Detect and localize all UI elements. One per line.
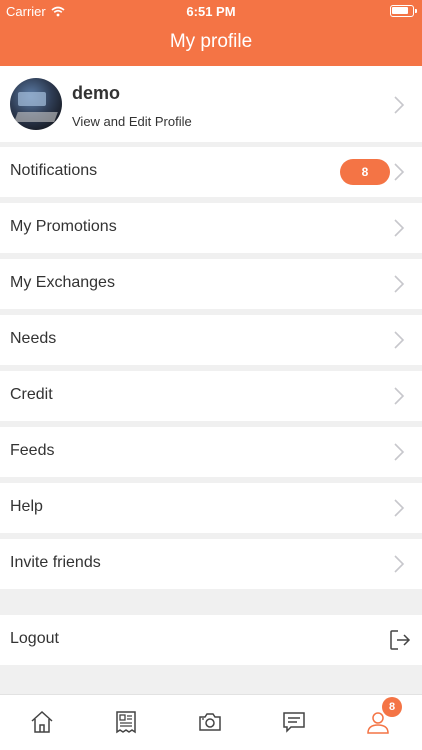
chevron-right-icon <box>394 96 405 114</box>
chevron-right-icon <box>394 387 405 405</box>
tab-home[interactable] <box>0 695 84 750</box>
menu-item-credit[interactable]: Credit <box>0 371 422 421</box>
logout-label: Logout <box>10 630 59 647</box>
chevron-right-icon <box>394 219 405 237</box>
menu-item-promotions[interactable]: My Promotions <box>0 203 422 253</box>
tab-messages[interactable] <box>252 695 336 750</box>
battery-icon <box>390 5 417 17</box>
tab-profile[interactable]: 8 <box>336 695 420 750</box>
menu-item-label: Feeds <box>10 442 55 459</box>
tab-camera[interactable] <box>168 695 252 750</box>
home-icon <box>31 710 53 733</box>
menu-item-needs[interactable]: Needs <box>0 315 422 365</box>
chevron-right-icon <box>394 555 405 573</box>
receipt-icon <box>116 711 136 734</box>
avatar <box>10 78 62 130</box>
menu-item-invite-friends[interactable]: Invite friends <box>0 539 422 589</box>
menu-item-label: Help <box>10 498 43 515</box>
menu-item-label: Invite friends <box>10 554 101 571</box>
menu-item-exchanges[interactable]: My Exchanges <box>0 259 422 309</box>
menu-item-label: My Promotions <box>10 218 117 235</box>
menu-item-label: My Exchanges <box>10 274 115 291</box>
status-bar: Carrier 6:51 PM <box>0 0 422 22</box>
menu-item-feeds[interactable]: Feeds <box>0 427 422 477</box>
edit-profile-link[interactable]: View and Edit Profile <box>72 114 192 129</box>
chat-icon <box>283 712 305 733</box>
notifications-badge: 8 <box>340 159 390 185</box>
profile-row[interactable]: demo View and Edit Profile <box>0 66 422 142</box>
profile-tab-badge: 8 <box>382 697 402 717</box>
tab-bar: 8 <box>0 694 422 750</box>
menu-item-label: Credit <box>10 386 53 403</box>
profile-name: demo <box>72 83 121 103</box>
chevron-right-icon <box>394 331 405 349</box>
menu-item-notifications[interactable]: Notifications 8 <box>0 147 422 197</box>
camera-icon <box>199 713 221 731</box>
logout-button[interactable]: Logout <box>0 615 422 665</box>
menu-item-label: Notifications <box>10 162 98 179</box>
chevron-right-icon <box>394 275 405 293</box>
tab-receipts[interactable] <box>84 695 168 750</box>
app-header: Carrier 6:51 PM My profile <box>0 0 422 66</box>
chevron-right-icon <box>394 499 405 517</box>
chevron-right-icon <box>394 443 405 461</box>
logout-icon <box>390 630 411 650</box>
menu-item-label: Needs <box>10 330 57 347</box>
chevron-right-icon <box>394 163 405 181</box>
page-title: My profile <box>169 31 253 52</box>
status-time: 6:51 PM <box>186 4 236 19</box>
menu-item-help[interactable]: Help <box>0 483 422 533</box>
